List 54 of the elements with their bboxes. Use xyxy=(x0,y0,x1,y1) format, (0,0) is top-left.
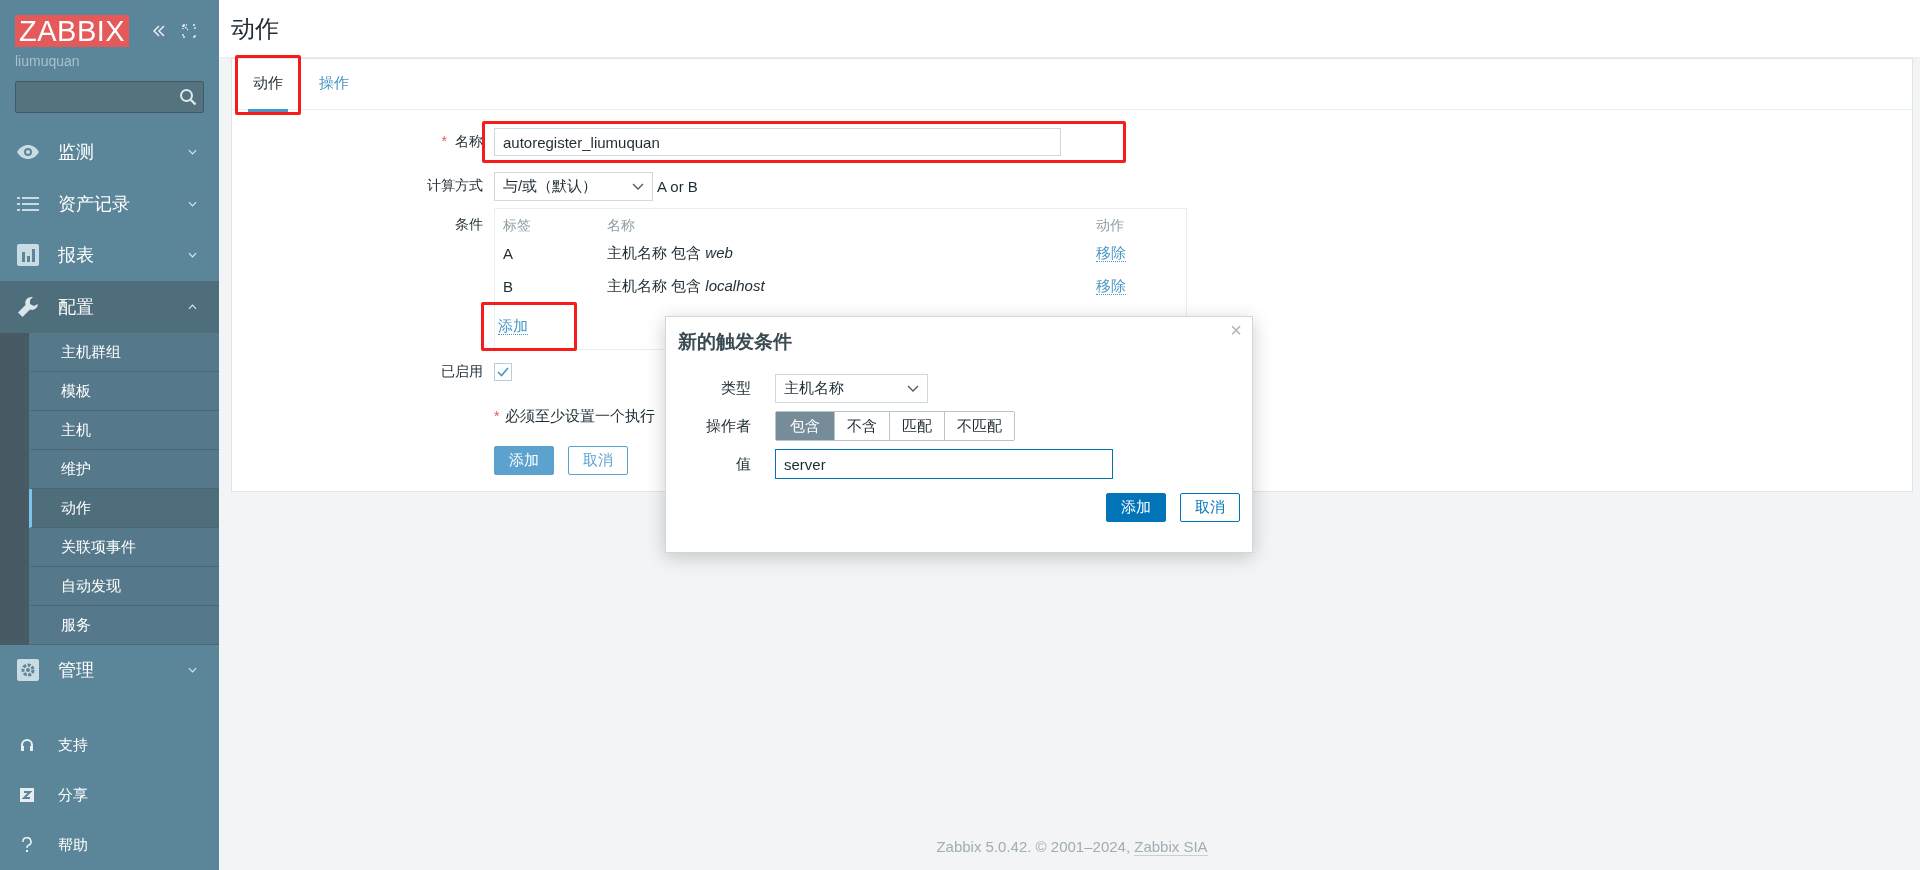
requirement-note: 必须至少设置一个执行 xyxy=(505,406,656,426)
cancel-button[interactable]: 取消 xyxy=(1180,493,1240,522)
sidebar-link[interactable]: 支持 xyxy=(0,720,219,771)
menu-item[interactable]: 报表 xyxy=(0,229,219,282)
field-label: 条件 xyxy=(455,216,483,232)
submenu-item[interactable]: 服务 xyxy=(29,605,219,645)
value-input[interactable]: server xyxy=(775,449,1113,479)
add-button[interactable]: 添加 xyxy=(1106,493,1166,522)
type-select[interactable]: 主机名称 xyxy=(775,373,928,403)
remove-link[interactable]: 移除 xyxy=(1096,277,1126,295)
column-header: 标签 xyxy=(503,217,532,235)
tab[interactable]: 动作 xyxy=(248,58,288,112)
remove-link[interactable]: 移除 xyxy=(1096,244,1126,262)
page-title: 动作 xyxy=(231,13,279,44)
sidebar-link[interactable]: 帮助 xyxy=(0,820,219,870)
submenu-item[interactable]: 模板 xyxy=(29,371,219,411)
menu-item[interactable]: 资产记录 xyxy=(0,178,219,230)
username: liumuquan xyxy=(14,52,81,69)
submenu-item[interactable]: 主机群组 xyxy=(29,332,219,372)
field-label: 计算方式 xyxy=(427,177,483,193)
menu-item[interactable]: 配置 xyxy=(0,281,219,333)
cancel-button[interactable]: 取消 xyxy=(568,445,628,475)
submenu-item[interactable]: 主机 xyxy=(29,410,219,450)
menu-item[interactable]: 监测 xyxy=(0,126,219,179)
add-link[interactable]: 添加 xyxy=(498,316,528,335)
menu-item[interactable]: 管理 xyxy=(0,644,219,697)
tab[interactable]: 操作 xyxy=(314,58,354,112)
table-cell-text: A xyxy=(503,245,514,262)
table-cell-text: B xyxy=(503,278,514,295)
submenu-item[interactable]: 维护 xyxy=(29,449,219,489)
operator-option[interactable]: 包含 xyxy=(776,412,834,440)
sidebar-link[interactable]: 分享 xyxy=(0,770,219,821)
field-label: 已启用 xyxy=(441,363,483,379)
submenu-item[interactable]: 自动发现 xyxy=(29,566,219,606)
footer-text: Zabbix 5.0.42. © 2001–2024, xyxy=(936,838,1132,856)
field-label: 类型 xyxy=(720,378,751,398)
logo[interactable]: ZABBIX xyxy=(15,15,130,47)
field-label: 操作者 xyxy=(705,416,751,436)
add-button[interactable]: 添加 xyxy=(494,445,554,475)
column-header: 名称 xyxy=(607,217,636,235)
required-mark: * xyxy=(441,133,447,149)
field-label: 值 xyxy=(735,454,751,474)
field-label: 名称 xyxy=(455,133,483,149)
dialog-title: 新的触发条件 xyxy=(678,330,792,354)
column-header: 动作 xyxy=(1096,217,1125,235)
submenu-item[interactable]: 动作 xyxy=(29,488,219,528)
formula-text: A or B xyxy=(657,177,698,195)
calculation-select[interactable]: 与/或（默认） xyxy=(494,171,653,201)
name-input[interactable]: autoregister_liumuquan xyxy=(494,128,1061,156)
submenu-item[interactable]: 关联项事件 xyxy=(29,527,219,567)
operator-option[interactable]: 不匹配 xyxy=(944,412,1014,440)
table-cell-text: 主机名称 包含 localhost xyxy=(607,277,766,296)
table-cell-text: 主机名称 包含 web xyxy=(607,244,734,263)
required-mark: * xyxy=(494,408,500,424)
